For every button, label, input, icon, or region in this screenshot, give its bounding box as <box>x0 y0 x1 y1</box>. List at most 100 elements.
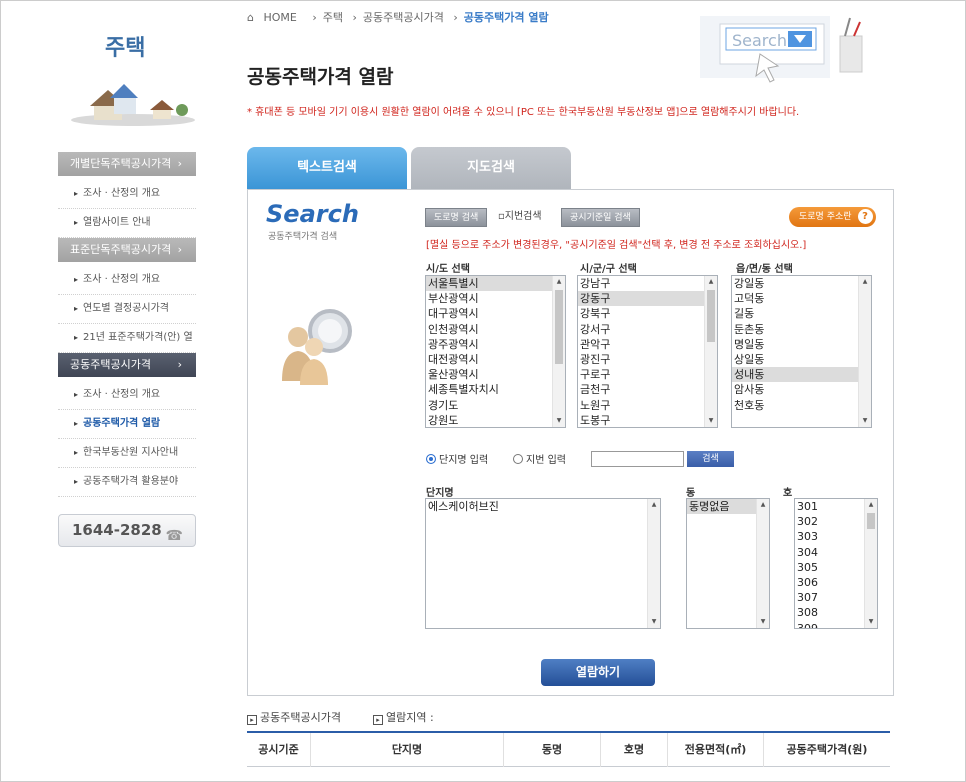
list-item[interactable]: 둔촌동 <box>732 322 871 337</box>
bullet-icon: ▸ <box>74 218 79 227</box>
scrollbar[interactable]: ▲ ▼ <box>552 276 565 427</box>
scroll-down-icon[interactable]: ▼ <box>865 616 877 628</box>
list-item[interactable]: 상일동 <box>732 352 871 367</box>
scroll-up-icon[interactable]: ▲ <box>705 276 717 288</box>
help-icon: ? <box>857 209 873 224</box>
list-item[interactable]: 도봉구 <box>578 413 717 427</box>
scroll-down-icon[interactable]: ▼ <box>705 415 717 427</box>
home-label: HOME <box>263 11 297 24</box>
list-item[interactable]: 광진구 <box>578 352 717 367</box>
list-item[interactable]: 강북구 <box>578 306 717 321</box>
list-item[interactable]: 광주광역시 <box>426 337 565 352</box>
sidebar-item-apartment-overview[interactable]: ▸ 조사 · 산정의 개요 <box>58 381 196 410</box>
scroll-down-icon[interactable]: ▼ <box>859 415 871 427</box>
lot-search-image-alt[interactable]: ▫지번검색 <box>498 207 542 222</box>
column-header: 단지명 <box>311 733 504 767</box>
scroll-down-icon[interactable]: ▼ <box>648 616 660 628</box>
sidebar-item-standard-overview[interactable]: ▸ 조사 · 산정의 개요 <box>58 266 196 295</box>
lot-search-label: 지번검색 <box>504 211 542 222</box>
telephone-icon: ☎ <box>165 528 183 544</box>
search-button[interactable]: 검색 <box>687 451 734 467</box>
list-item[interactable]: 대구광역시 <box>426 306 565 321</box>
search-input[interactable] <box>591 451 684 467</box>
sidebar-item-individual-sites[interactable]: ▸ 열람사이트 안내 <box>58 209 196 238</box>
list-item[interactable]: 강남구 <box>578 276 717 291</box>
scroll-thumb[interactable] <box>555 290 563 364</box>
scroll-up-icon[interactable]: ▲ <box>859 276 871 288</box>
sidebar-item-label: 공동주택가격 열람 <box>83 418 161 429</box>
sidebar-item-apartment-view[interactable]: ▸ 공동주택가격 열람 <box>58 410 196 439</box>
scrollbar[interactable]: ▲ ▼ <box>864 499 877 628</box>
scroll-up-icon[interactable]: ▲ <box>648 499 660 511</box>
radio-unchecked-icon <box>513 454 523 464</box>
column-header: 호명 <box>601 733 668 767</box>
tab-map-search[interactable]: 지도검색 <box>411 147 571 189</box>
radio-label: 단지명 입력 <box>439 455 489 466</box>
list-item[interactable]: 명일동 <box>732 337 871 352</box>
list-item[interactable]: 고덕동 <box>732 291 871 306</box>
list-item[interactable]: 관악구 <box>578 337 717 352</box>
list-item[interactable]: 서울특별시 <box>426 276 565 292</box>
list-item[interactable]: 암사동 <box>732 382 871 397</box>
scroll-up-icon[interactable]: ▲ <box>757 499 769 511</box>
list-item[interactable]: 대전광역시 <box>426 352 565 367</box>
road-name-search-button[interactable]: 도로명 검색 <box>425 208 488 227</box>
scrollbar[interactable]: ▲ ▼ <box>756 499 769 628</box>
scroll-thumb[interactable] <box>707 290 715 342</box>
scrollbar[interactable]: ▲ ▼ <box>858 276 871 427</box>
list-item[interactable]: 금천구 <box>578 382 717 397</box>
scroll-up-icon[interactable]: ▲ <box>553 276 565 288</box>
building-listbox[interactable]: 동명없음 ▲ ▼ <box>686 498 770 629</box>
search-illustration: Search <box>700 16 863 83</box>
sigungu-listbox[interactable]: 강남구 강동구 강북구 강서구 관악구 광진구 구로구 금천구 노원구 도봉구 ▲ ▼ <box>577 275 718 428</box>
list-item[interactable]: 에스케이허브진 <box>426 499 660 514</box>
list-item[interactable]: 성내동 <box>732 367 871 383</box>
list-item[interactable]: 길동 <box>732 306 871 321</box>
list-item[interactable]: 강원도 <box>426 413 565 427</box>
list-item[interactable]: 강동구 <box>578 291 717 307</box>
list-item[interactable]: 부산광역시 <box>426 291 565 306</box>
unit-listbox[interactable]: 301302303304305306307308309310▲▼ <box>794 498 878 629</box>
sidebar-menu: 개별단독주택공시가격 › ▸ 조사 · 산정의 개요 ▸ 열람사이트 안내 표준단독주… <box>58 152 196 497</box>
sidebar-item-usage[interactable]: ▸ 공동주택가격 활용분야 <box>58 468 196 497</box>
breadcrumb-item[interactable]: 주택 <box>323 11 343 24</box>
list-item[interactable]: 울산광역시 <box>426 367 565 382</box>
list-item[interactable]: 천호동 <box>732 398 871 413</box>
home-link[interactable]: ⌂ HOME <box>247 11 303 24</box>
sidebar-head-apartment[interactable]: 공동주택공시가격 › <box>58 353 196 377</box>
sidebar-item-standard-21[interactable]: ▸21년 표준주택가격(안) 열람 <box>58 324 196 371</box>
scroll-down-icon[interactable]: ▼ <box>757 616 769 628</box>
breadcrumb-sep: › <box>312 11 317 24</box>
complex-listbox[interactable]: 에스케이허브진 ▲ ▼ <box>425 498 661 629</box>
sido-label: 시/도 선택 <box>426 264 470 275</box>
breadcrumb-item[interactable]: 공동주택공시가격 <box>363 11 444 24</box>
scrollbar[interactable]: ▲ ▼ <box>647 499 660 628</box>
sidebar-head-label: 공동주택공시가격 <box>70 358 151 371</box>
scroll-down-icon[interactable]: ▼ <box>553 415 565 427</box>
list-item[interactable]: 인천광역시 <box>426 322 565 337</box>
list-item[interactable]: 세종특별자치시 <box>426 382 565 397</box>
list-item[interactable]: 강일동 <box>732 276 871 291</box>
list-item[interactable]: 강서구 <box>578 322 717 337</box>
scroll-thumb[interactable] <box>867 513 875 529</box>
view-button[interactable]: 열람하기 <box>541 659 655 686</box>
dong-listbox[interactable]: 강일동 고덕동 길동 둔촌동 명일동 상일동 성내동 암사동 천호동 ▲ ▼ <box>731 275 872 428</box>
scrollbar[interactable]: ▲ ▼ <box>704 276 717 427</box>
sido-listbox[interactable]: 서울특별시 부산광역시 대구광역시 인천광역시 광주광역시 대전광역시 울산광역시 세종특별자… <box>425 275 566 428</box>
list-item[interactable]: 노원구 <box>578 398 717 413</box>
bullet-icon: ▸ <box>74 333 79 342</box>
sidebar-item-label: 열람사이트 안내 <box>83 217 151 228</box>
sidebar-item-individual-overview[interactable]: ▸ 조사 · 산정의 개요 <box>58 180 196 209</box>
sidebar-item-branches[interactable]: ▸ 한국부동산원 지사안내 <box>58 439 196 468</box>
radio-complex-name[interactable]: 단지명 입력 <box>426 451 488 466</box>
sidebar-item-standard-yearly[interactable]: ▸ 연도별 결정공시가격 <box>58 295 196 324</box>
radio-lot-number[interactable]: 지번 입력 <box>513 451 566 466</box>
list-item[interactable]: 경기도 <box>426 398 565 413</box>
sidebar-head-individual[interactable]: 개별단독주택공시가격 › <box>58 152 196 176</box>
road-address-button[interactable]: 도로명 주소란? <box>789 207 876 227</box>
base-date-search-button[interactable]: 공시기준일 검색 <box>561 208 640 227</box>
tab-text-search[interactable]: 텍스트검색 <box>247 147 407 189</box>
sidebar-head-standard[interactable]: 표준단독주택공시가격 › <box>58 238 196 262</box>
list-item[interactable]: 구로구 <box>578 367 717 382</box>
scroll-up-icon[interactable]: ▲ <box>865 499 877 511</box>
